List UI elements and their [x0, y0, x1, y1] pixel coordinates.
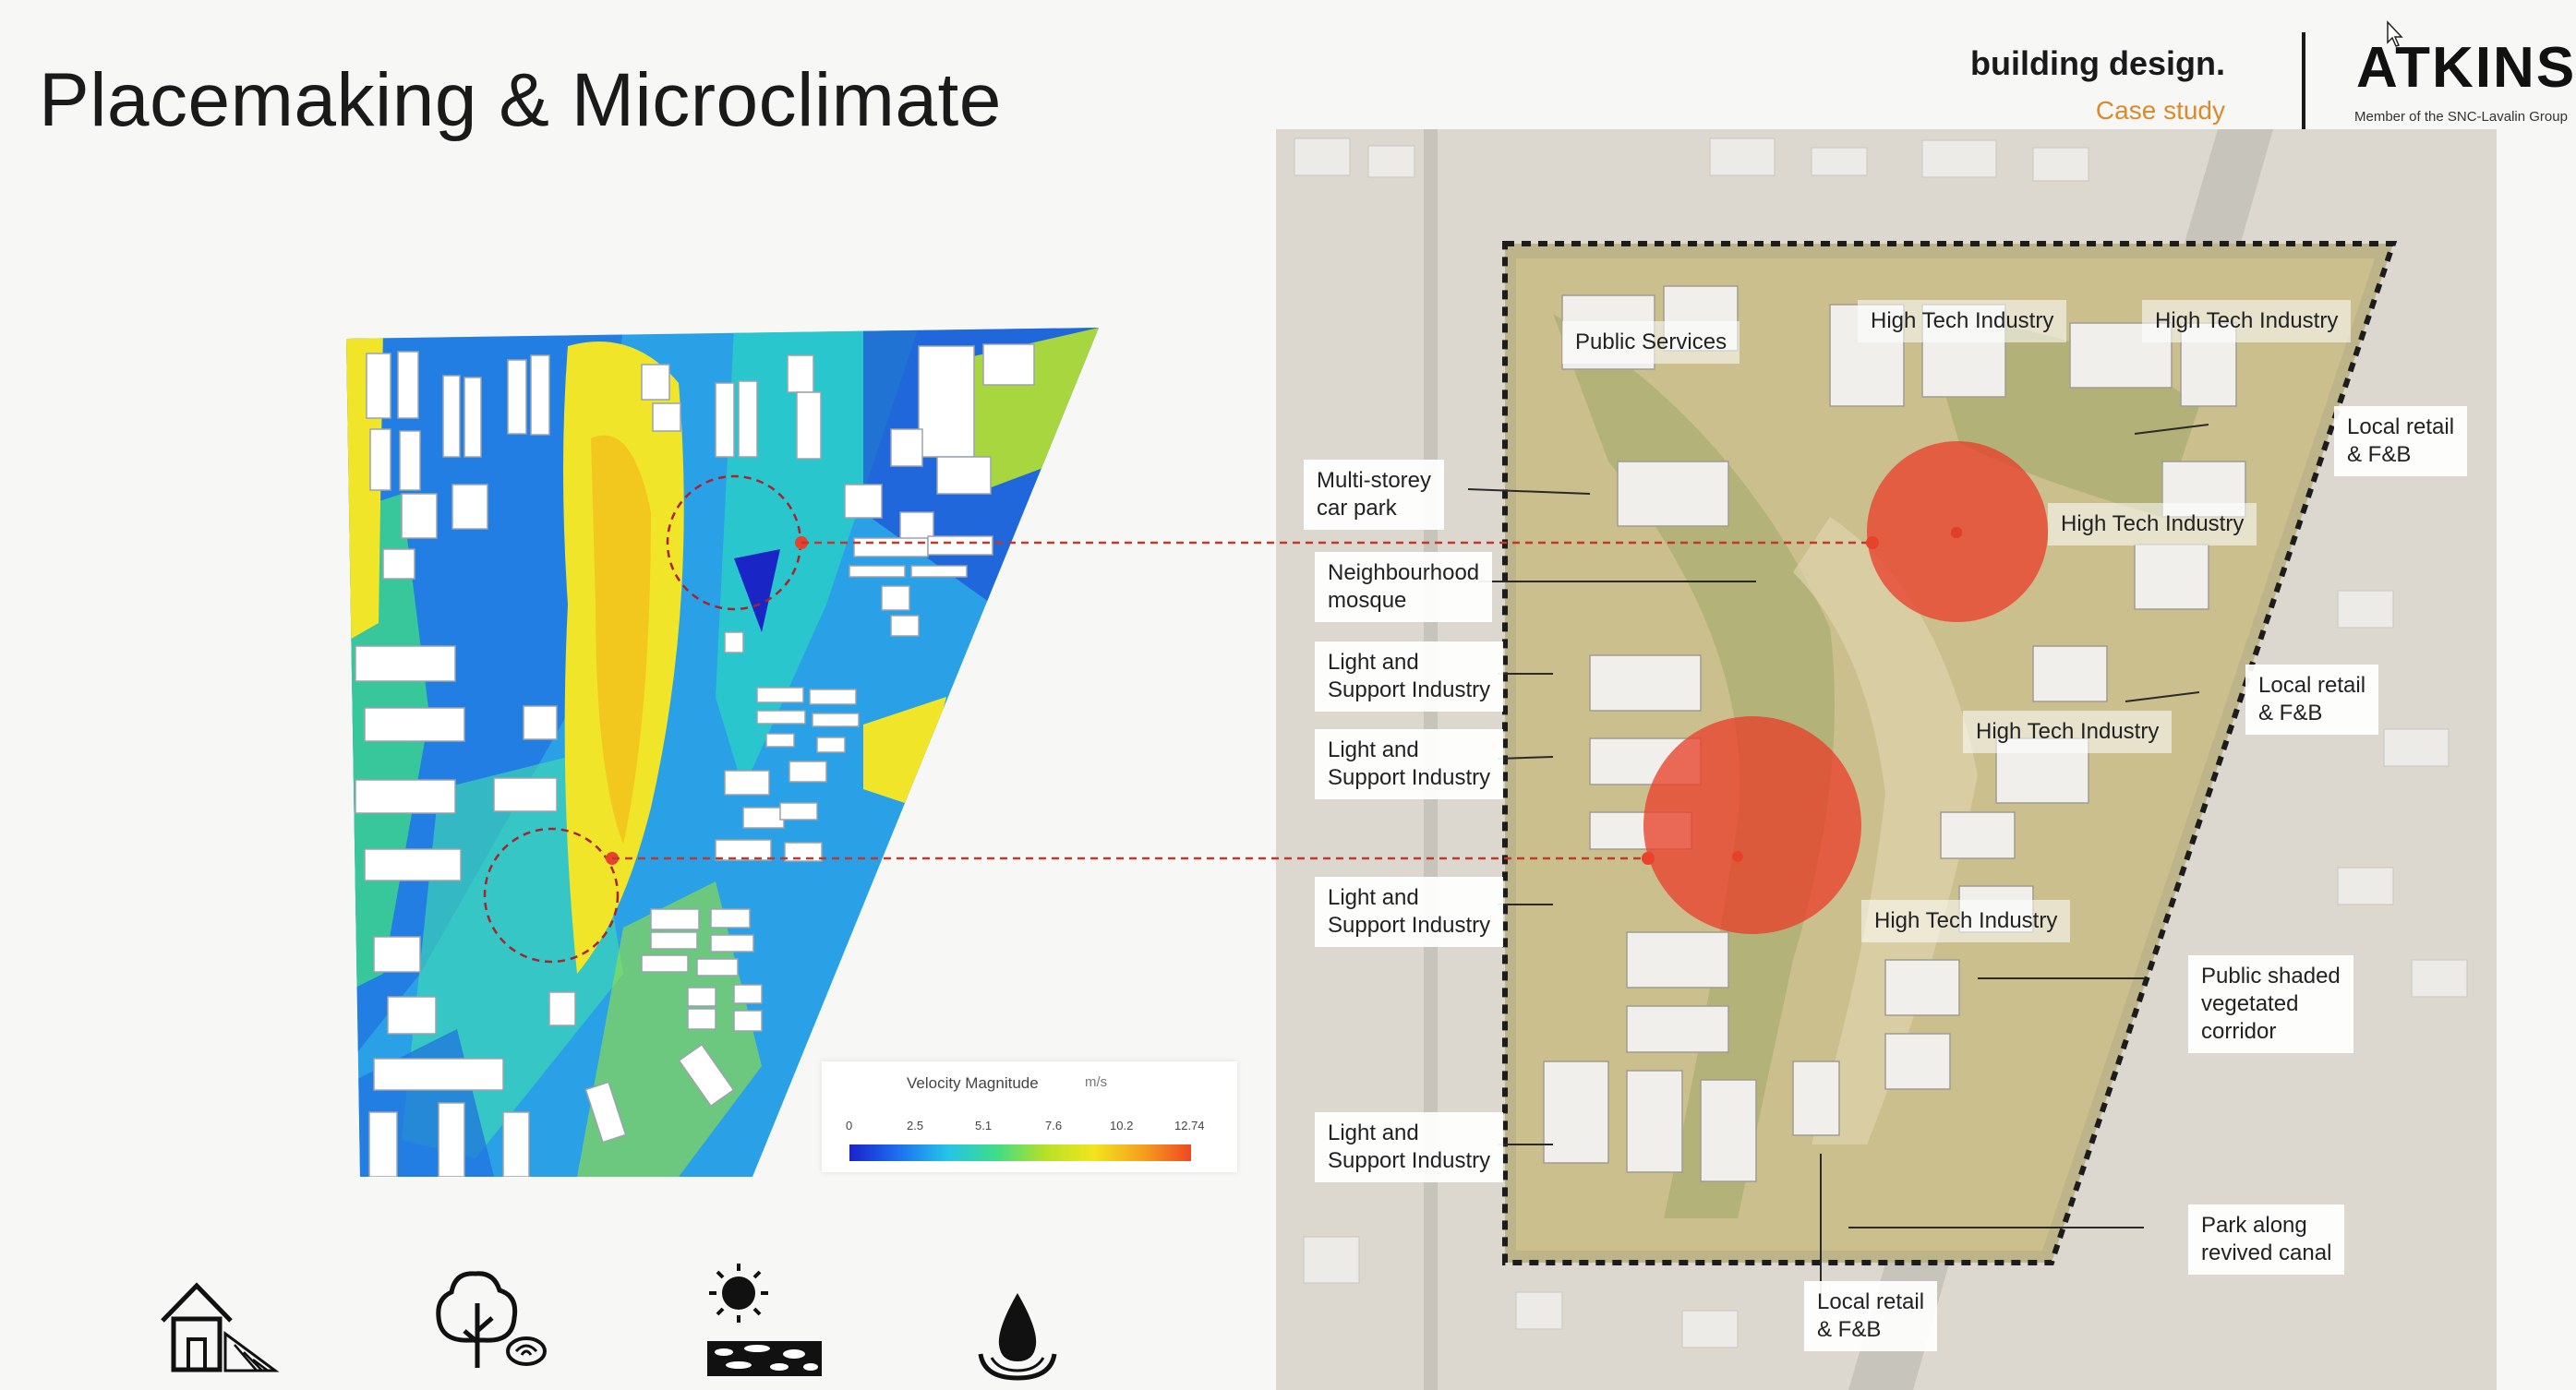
legend-tick: 2.5 — [907, 1119, 924, 1132]
cfd-wind-velocity-map — [346, 328, 1099, 1177]
label-high-tech-industry: High Tech Industry — [2048, 503, 2257, 545]
label-high-tech-industry: High Tech Industry — [1963, 711, 2173, 753]
label-light-support-industry: Light and Support Industry — [1315, 641, 1504, 712]
water-drop-icon — [978, 1293, 1057, 1381]
label-high-tech-industry: High Tech Industry — [1858, 300, 2067, 342]
label-multi-storey-car-park: Multi-storey car park — [1304, 460, 1445, 530]
tree-icon — [436, 1271, 547, 1368]
atkins-logo-subtitle: Member of the SNC-Lavalin Group — [2354, 109, 2568, 125]
label-light-support-industry: Light and Support Industry — [1315, 1112, 1504, 1182]
label-local-retail: Local retail & F&B — [2334, 406, 2468, 476]
label-neighbourhood-mosque: Neighbourhood mosque — [1315, 552, 1493, 622]
label-public-services: Public Services — [1562, 321, 1740, 364]
sun-ground-icon — [707, 1264, 822, 1376]
legend-tick: 7.6 — [1045, 1119, 1063, 1132]
highlight-circle-south — [1643, 716, 1861, 934]
legend-unit-select[interactable]: m/s — [1085, 1074, 1107, 1090]
legend-tick: 10.2 — [1110, 1119, 1134, 1132]
velocity-legend: Velocity Magnitude m/s 0 2.5 5.1 7.6 10.… — [822, 1061, 1237, 1172]
legend-tick: 12.74 — [1174, 1119, 1205, 1132]
label-public-shaded-corridor: Public shaded vegetated corridor — [2188, 955, 2353, 1053]
highlight-circle-north — [1867, 441, 2048, 622]
label-light-support-industry: Light and Support Industry — [1315, 729, 1504, 799]
legend-tick: 0 — [846, 1119, 853, 1132]
legend-tick: 5.1 — [975, 1119, 993, 1132]
label-high-tech-industry: High Tech Industry — [1861, 900, 2071, 942]
label-high-tech-industry: High Tech Industry — [2142, 300, 2352, 342]
house-slope-icon — [161, 1282, 280, 1372]
label-local-retail: Local retail & F&B — [1804, 1281, 1938, 1351]
brand-line-case-study: Case study — [2095, 96, 2225, 125]
brand-block: building design. Case study — [1970, 44, 2225, 126]
label-park-along-canal: Park along revived canal — [2188, 1204, 2345, 1275]
label-light-support-industry: Light and Support Industry — [1315, 877, 1504, 947]
legend-title: Velocity Magnitude — [907, 1074, 1039, 1092]
mouse-cursor-icon — [2387, 20, 2403, 47]
label-local-retail: Local retail & F&B — [2245, 665, 2379, 735]
header-divider — [2302, 32, 2305, 129]
slide-title: Placemaking & Microclimate — [39, 58, 1002, 142]
masterplan-map: Public Services High Tech Industry High … — [1276, 129, 2497, 1390]
legend-color-scale — [849, 1144, 1191, 1161]
brand-line-building-design: building design. — [1970, 44, 2225, 82]
